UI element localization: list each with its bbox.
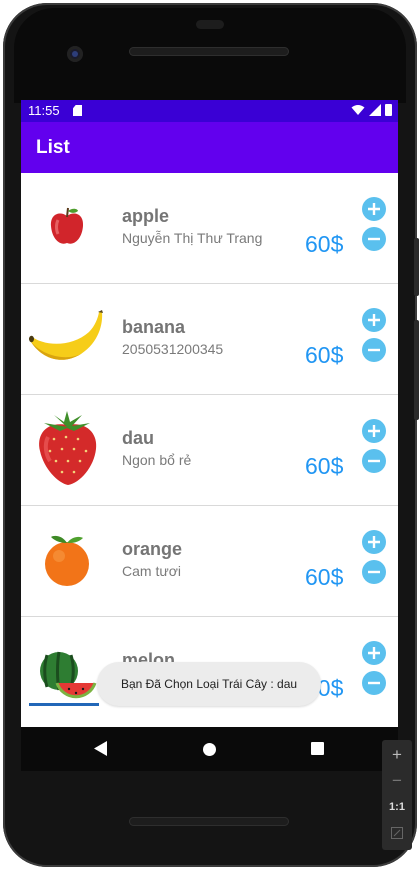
top-speaker	[129, 47, 289, 56]
list-item[interactable]: apple Nguyễn Thị Thư Trang 60$	[21, 173, 398, 284]
resize-icon[interactable]	[382, 820, 412, 846]
zoom-out-button[interactable]: −	[382, 768, 412, 794]
status-bar: 11:55	[21, 100, 398, 122]
item-name: apple	[122, 206, 170, 226]
plus-icon	[368, 647, 380, 659]
increase-button[interactable]	[362, 641, 386, 665]
device-frame: 11:55 List apple Nguyễn Thị Thư Trang 60…	[0, 0, 420, 870]
item-description: 2050531200345	[122, 341, 224, 357]
item-description: Ngon bổ rẻ	[122, 452, 192, 468]
item-price: 60$	[305, 231, 344, 257]
minus-icon	[368, 348, 380, 352]
banana-icon	[29, 296, 105, 380]
app-title: List	[36, 137, 70, 158]
zoom-in-button[interactable]: +	[382, 742, 412, 768]
sensor	[196, 20, 224, 29]
volume-button[interactable]	[414, 320, 419, 420]
item-name: dau	[122, 428, 155, 448]
minus-icon	[368, 681, 380, 685]
decrease-button[interactable]	[362, 449, 386, 473]
sd-card-icon	[73, 105, 82, 116]
decrease-button[interactable]	[362, 671, 386, 695]
plus-icon	[368, 425, 380, 437]
signal-icon	[369, 104, 381, 116]
home-icon[interactable]	[203, 743, 216, 756]
battery-icon	[385, 104, 392, 116]
camera-icon	[67, 46, 83, 62]
screen: 11:55 List apple Nguyễn Thị Thư Trang 60…	[21, 100, 398, 727]
item-price: 60$	[305, 564, 344, 590]
status-time: 11:55	[28, 103, 60, 118]
list-item[interactable]: banana 2050531200345 60$	[21, 284, 398, 395]
plus-icon	[368, 203, 380, 215]
plus-icon	[368, 314, 380, 326]
power-button[interactable]	[414, 238, 419, 296]
status-icons	[351, 104, 392, 116]
increase-button[interactable]	[362, 530, 386, 554]
decrease-button[interactable]	[362, 560, 386, 584]
apple-icon	[29, 185, 105, 269]
decrease-button[interactable]	[362, 227, 386, 251]
list-item[interactable]: orange Cam tươi 60$	[21, 506, 398, 617]
item-name: banana	[122, 317, 186, 337]
item-description: Cam tươi	[122, 563, 182, 579]
zoom-ratio-button[interactable]: 1:1	[382, 794, 412, 820]
toast-message: Bạn Đã Chọn Loại Trái Cây : dau	[97, 662, 321, 706]
app-bar: List	[21, 122, 398, 173]
back-icon[interactable]	[94, 741, 107, 756]
strawberry-icon	[29, 407, 105, 491]
item-description: Nguyễn Thị Thư Trang	[122, 230, 263, 246]
increase-button[interactable]	[362, 308, 386, 332]
bottom-speaker	[129, 817, 289, 826]
wifi-icon	[351, 105, 365, 115]
item-price: 60$	[305, 342, 344, 368]
minus-icon	[368, 237, 380, 241]
item-name: orange	[122, 539, 183, 559]
zoom-panel: + − 1:1	[382, 740, 412, 850]
increase-button[interactable]	[362, 419, 386, 443]
orange-icon	[29, 518, 105, 602]
minus-icon	[368, 570, 380, 574]
list-item[interactable]: dau Ngon bổ rẻ 60$	[21, 395, 398, 506]
recents-icon[interactable]	[311, 742, 324, 755]
minus-icon	[368, 459, 380, 463]
watermelon-icon	[29, 633, 105, 717]
fruit-list: apple Nguyễn Thị Thư Trang 60$ banana 20…	[21, 173, 398, 727]
decrease-button[interactable]	[362, 338, 386, 362]
navigation-bar	[21, 727, 398, 771]
plus-icon	[368, 536, 380, 548]
item-price: 60$	[305, 453, 344, 479]
increase-button[interactable]	[362, 197, 386, 221]
